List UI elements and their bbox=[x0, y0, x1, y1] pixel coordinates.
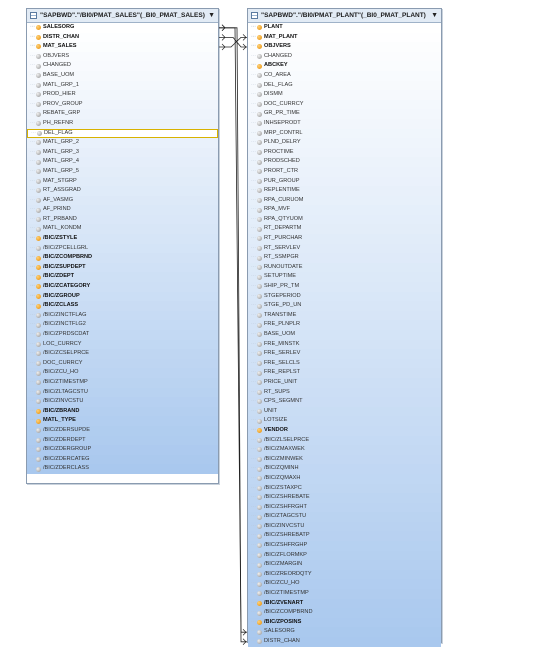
join-links bbox=[219, 24, 247, 646]
diagram-canvas[interactable]: "SAPBWD"."/BI0/PMAT_SALES"(_BI0_PMAT_SAL… bbox=[0, 0, 555, 651]
join-line[interactable] bbox=[219, 27, 247, 643]
join-line[interactable] bbox=[219, 27, 247, 633]
